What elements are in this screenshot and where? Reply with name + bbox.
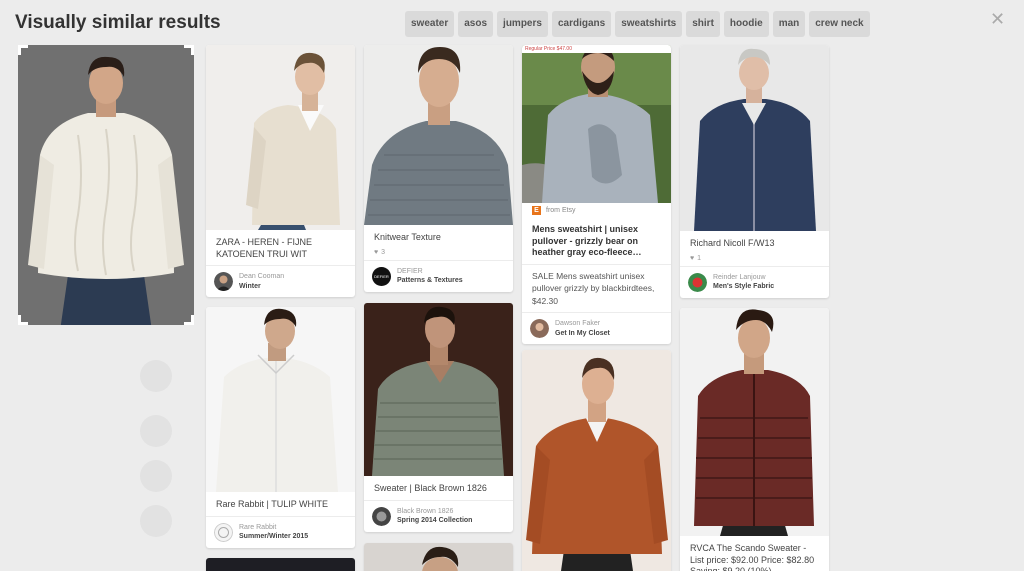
like-count: ♥ 1 xyxy=(680,255,829,266)
tag-hoodie[interactable]: hoodie xyxy=(723,11,769,37)
pinner-name[interactable]: Rare Rabbit xyxy=(239,523,308,532)
tag-jumpers[interactable]: jumpers xyxy=(497,11,548,37)
page-title: Visually similar results xyxy=(15,12,221,33)
pin-description: Sweater | Black Brown 1826 xyxy=(374,483,487,493)
pin-attribution[interactable]: Black Brown 1826 Spring 2014 Collection xyxy=(364,499,513,532)
pin-description: ZARA - HEREN - FIJNE KATOENEN TRUI WIT xyxy=(216,237,313,259)
pinner-name[interactable]: Black Brown 1826 xyxy=(397,507,472,516)
product-photo-icon xyxy=(522,350,671,571)
avatar: DEFIER xyxy=(372,266,391,286)
pinner-name[interactable]: Dawson Faker xyxy=(555,319,610,328)
avatar xyxy=(372,506,391,526)
avatar xyxy=(530,319,549,338)
like-count-value: 1 xyxy=(697,254,702,262)
pin-card[interactable]: Knitwear Texture ♥ 3 DEFIER DEFIER Patte… xyxy=(364,45,513,292)
product-photo-icon xyxy=(522,45,671,203)
board-name[interactable]: Patterns & Textures xyxy=(397,276,463,285)
pin-image[interactable]: Regular Price $47.00 xyxy=(522,45,671,203)
board-name[interactable]: Get In My Closet xyxy=(555,329,610,338)
etsy-icon: E xyxy=(532,206,541,215)
pin-image[interactable] xyxy=(680,45,829,231)
like-icon: ♥ xyxy=(690,254,695,262)
pin-image[interactable] xyxy=(364,543,513,571)
background-ghost-content xyxy=(130,330,210,570)
product-photo-icon xyxy=(680,45,829,231)
tag-asos[interactable]: asos xyxy=(458,11,494,37)
pin-description: Rare Rabbit | TULIP WHITE xyxy=(216,499,329,509)
pin-description: RVCA The Scando Sweater - List price: $9… xyxy=(690,543,815,571)
avatar xyxy=(688,272,707,292)
avatar xyxy=(214,272,233,292)
pin-card[interactable]: Rare Rabbit | TULIP WHITE Rare Rabbit Su… xyxy=(206,307,355,548)
crop-handle-bottom-left[interactable] xyxy=(18,315,28,325)
crop-handle-top-left[interactable] xyxy=(18,45,28,55)
pin-image[interactable] xyxy=(206,45,355,230)
tag-shirt[interactable]: shirt xyxy=(686,11,720,37)
tag-sweater[interactable]: sweater xyxy=(405,11,455,37)
pin-card[interactable]: RVCA The Scando Sweater - List price: $9… xyxy=(680,308,829,571)
pin-image[interactable] xyxy=(680,308,829,536)
crop-handle-bottom-right[interactable] xyxy=(184,315,194,325)
pin-image[interactable] xyxy=(206,307,355,492)
board-name[interactable]: Men's Style Fabric xyxy=(713,282,774,291)
pin-attribution[interactable]: Reinder Lanjouw Men's Style Fabric xyxy=(680,265,829,298)
source-label: from Etsy xyxy=(546,207,576,214)
pin-image[interactable] xyxy=(364,303,513,476)
pin-image[interactable] xyxy=(206,558,355,571)
query-image[interactable] xyxy=(18,45,194,325)
pin-attribution[interactable]: Dean Cooman Winter xyxy=(206,265,355,297)
pin-card[interactable]: Sweater | Black Brown 1826 Black Brown 1… xyxy=(364,303,513,532)
board-name[interactable]: Winter xyxy=(239,282,284,291)
pin-title: Mens sweatshirt | unisex pullover - griz… xyxy=(532,224,642,258)
tag-man[interactable]: man xyxy=(772,11,806,37)
pin-attribution[interactable]: Rare Rabbit Summer/Winter 2015 xyxy=(206,515,355,548)
pinner-name[interactable]: DEFIER xyxy=(397,267,463,276)
pin-source[interactable]: E from Etsy xyxy=(522,203,671,217)
pin-card[interactable] xyxy=(364,543,513,571)
avatar xyxy=(214,522,233,542)
heart-icon: ♥ xyxy=(374,248,379,256)
pin-attribution[interactable]: DEFIER DEFIER Patterns & Textures xyxy=(364,259,513,292)
product-photo-icon xyxy=(680,308,829,536)
pin-card[interactable]: ZARA - HEREN - FIJNE KATOENEN TRUI WIT D… xyxy=(206,45,355,298)
pinner-name[interactable]: Dean Cooman xyxy=(239,272,284,281)
board-name[interactable]: Summer/Winter 2015 xyxy=(239,532,308,541)
product-photo-icon xyxy=(364,45,513,225)
model-photo-icon xyxy=(18,45,194,325)
pin-description: Richard Nicoll F/W13 xyxy=(690,238,775,248)
product-photo-icon xyxy=(364,303,513,476)
tag-sweatshirts[interactable]: sweatshirts xyxy=(615,11,683,37)
repin-count: ♥ 3 xyxy=(364,249,513,260)
product-photo-icon xyxy=(364,543,513,571)
tag-bar: sweater asos jumpers cardigans sweatshir… xyxy=(405,11,870,37)
pin-card[interactable] xyxy=(522,350,671,571)
pinner-name[interactable]: Reinder Lanjouw xyxy=(713,273,774,282)
product-photo-icon xyxy=(206,45,355,230)
pin-description: Knitwear Texture xyxy=(374,232,441,242)
repin-count-value: 3 xyxy=(381,248,386,256)
pin-description: SALE Mens sweatshirt unisex pullover gri… xyxy=(532,271,655,306)
pin-attribution[interactable]: Dawson Faker Get In My Closet xyxy=(522,312,671,344)
tag-cardigans[interactable]: cardigans xyxy=(551,11,612,37)
crop-handle-top-right[interactable] xyxy=(184,45,194,55)
pin-card[interactable]: Richard Nicoll F/W13 ♥ 1 Reinder Lanjouw… xyxy=(680,45,829,298)
tag-crew-neck[interactable]: crew neck xyxy=(809,11,870,37)
product-photo-icon xyxy=(206,307,355,492)
price-strip: Regular Price $47.00 xyxy=(522,45,671,53)
pin-image[interactable] xyxy=(364,45,513,225)
pin-image[interactable] xyxy=(522,350,671,571)
pin-card[interactable] xyxy=(206,558,355,571)
pin-card[interactable]: Regular Price $47.00 E from Etsy Mens sw… xyxy=(522,45,671,344)
board-name[interactable]: Spring 2014 Collection xyxy=(397,516,472,525)
close-icon[interactable]: ✕ xyxy=(990,10,1005,28)
